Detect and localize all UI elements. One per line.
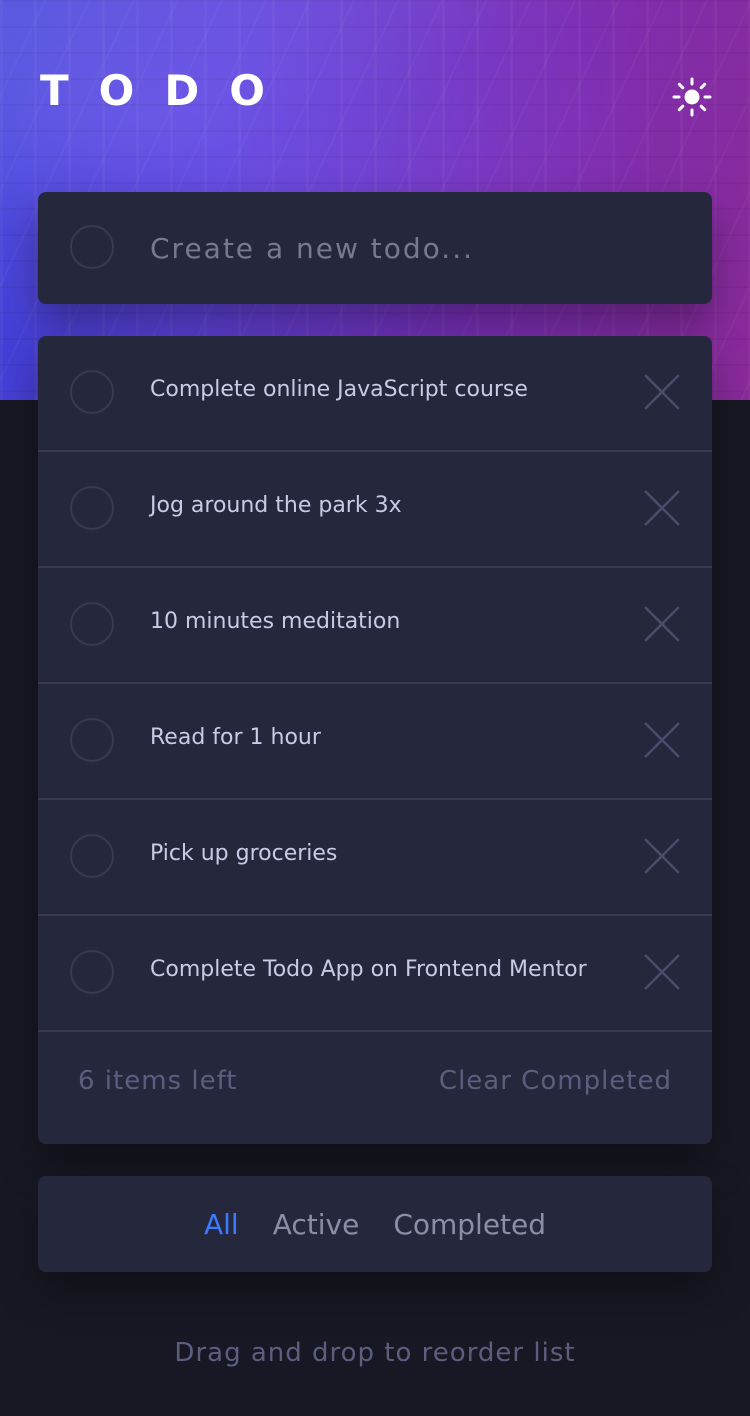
new-todo-input[interactable] bbox=[150, 220, 670, 276]
theme-toggle-button[interactable] bbox=[670, 75, 714, 119]
todo-text: Complete online JavaScript course bbox=[150, 377, 528, 402]
filter-all[interactable]: All bbox=[204, 1208, 239, 1241]
cross-icon[interactable] bbox=[642, 952, 682, 992]
todo-checkbox[interactable] bbox=[70, 718, 114, 762]
list-footer: 6 items left Clear Completed bbox=[38, 1032, 712, 1144]
todo-item[interactable]: Complete online JavaScript course bbox=[38, 336, 712, 452]
clear-completed-button[interactable]: Clear Completed bbox=[439, 1066, 672, 1096]
cross-icon[interactable] bbox=[642, 836, 682, 876]
todo-item[interactable]: Jog around the park 3x bbox=[38, 452, 712, 568]
cross-icon[interactable] bbox=[642, 488, 682, 528]
todo-checkbox[interactable] bbox=[70, 370, 114, 414]
todo-text: Complete Todo App on Frontend Mentor bbox=[150, 957, 587, 982]
todo-text: Pick up groceries bbox=[150, 841, 338, 866]
todo-checkbox[interactable] bbox=[70, 834, 114, 878]
todo-checkbox[interactable] bbox=[70, 602, 114, 646]
reorder-hint: Drag and drop to reorder list bbox=[174, 1338, 576, 1368]
filter-completed[interactable]: Completed bbox=[393, 1208, 546, 1241]
todo-item[interactable]: Read for 1 hour bbox=[38, 684, 712, 800]
sun-icon bbox=[672, 77, 712, 117]
filter-active[interactable]: Active bbox=[273, 1208, 360, 1241]
cross-icon[interactable] bbox=[642, 372, 682, 412]
todo-text: Jog around the park 3x bbox=[150, 493, 402, 518]
todo-checkbox[interactable] bbox=[70, 486, 114, 530]
todo-text: Read for 1 hour bbox=[150, 725, 321, 750]
items-left-count: 6 items left bbox=[78, 1066, 238, 1096]
cross-icon[interactable] bbox=[642, 720, 682, 760]
todo-item[interactable]: 10 minutes meditation bbox=[38, 568, 712, 684]
app-title: TODO bbox=[40, 66, 295, 115]
todo-item[interactable]: Pick up groceries bbox=[38, 800, 712, 916]
new-todo-checkbox[interactable] bbox=[70, 225, 114, 269]
cross-icon[interactable] bbox=[642, 604, 682, 644]
new-todo-card bbox=[38, 192, 712, 304]
todo-list: Complete online JavaScript course Jog ar… bbox=[38, 336, 712, 1144]
filter-bar: All Active Completed bbox=[38, 1176, 712, 1272]
todo-text: 10 minutes meditation bbox=[150, 609, 401, 634]
todo-checkbox[interactable] bbox=[70, 950, 114, 994]
todo-item[interactable]: Complete Todo App on Frontend Mentor bbox=[38, 916, 712, 1032]
